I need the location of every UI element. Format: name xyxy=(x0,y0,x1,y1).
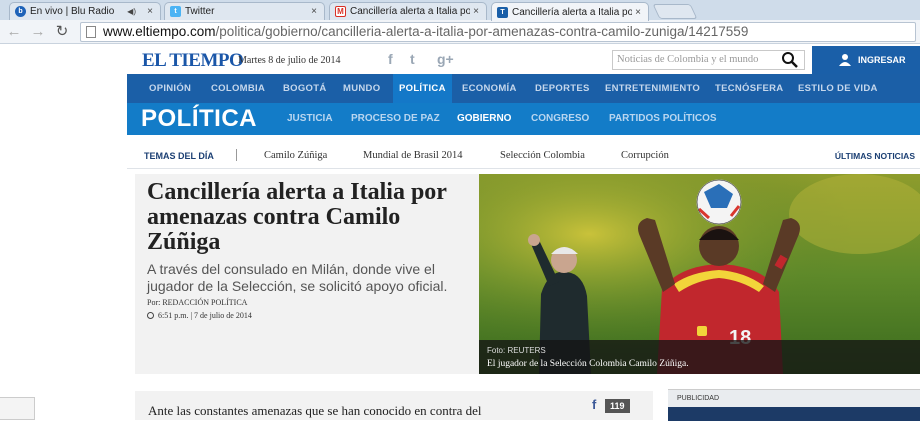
tab-twitter[interactable]: t Twitter × xyxy=(164,2,325,20)
site-logo[interactable]: EL TIEMPO xyxy=(142,50,244,72)
nav-tecnosfera[interactable]: TECNÓSFERA xyxy=(715,74,783,103)
topic-camilo-zuniga[interactable]: Camilo Zúñiga xyxy=(264,150,327,161)
nav-opinion[interactable]: OPINIÓN xyxy=(149,74,191,103)
nav-estilo-de-vida[interactable]: ESTILO DE VIDA xyxy=(798,74,878,103)
tab-label: En vivo | Blu Radio xyxy=(30,6,115,17)
article-headline: Cancillería alerta a Italia por amenazas… xyxy=(147,179,447,255)
facebook-icon[interactable]: f xyxy=(388,51,393,67)
back-arrow-icon[interactable]: ← xyxy=(4,22,24,42)
browser-tab-strip: b En vivo | Blu Radio ◀) × t Twitter × M… xyxy=(0,0,920,21)
nav-economia[interactable]: ECONOMÍA xyxy=(462,74,517,103)
tab-el-tiempo[interactable]: T Cancillería alerta a Italia po × xyxy=(491,2,649,21)
twitter-icon[interactable]: t xyxy=(410,51,415,67)
el-tiempo-favicon-icon: T xyxy=(497,6,508,18)
article-header: Cancillería alerta a Italia por amenazas… xyxy=(135,174,479,374)
nav-bogota[interactable]: BOGOTÁ xyxy=(283,74,327,103)
login-button[interactable]: INGRESAR xyxy=(812,46,920,74)
search-input[interactable]: Noticias de Colombia y el mundo xyxy=(612,50,805,70)
forward-arrow-icon[interactable]: → xyxy=(28,22,48,42)
tab-close-icon[interactable]: × xyxy=(632,7,644,18)
article-byline: Por: REDACCIÓN POLÍTICA xyxy=(147,298,248,307)
latest-news-link[interactable]: ÚLTIMAS NOTICIAS xyxy=(835,151,915,161)
ad-banner[interactable] xyxy=(668,407,920,421)
gmail-icon: M xyxy=(335,6,346,17)
facebook-share-icon[interactable]: f xyxy=(592,398,602,412)
main-nav: OPINIÓN COLOMBIA BOGOTÁ MUNDO POLÍTICA E… xyxy=(127,74,920,103)
nav-colombia[interactable]: COLOMBIA xyxy=(211,74,265,103)
ad-panel: PUBLICIDAD xyxy=(668,389,920,421)
topics-bar: TEMAS DEL DÍA Camilo Zúñiga Mundial de B… xyxy=(127,139,920,169)
article-dateline: 6:51 p.m. | 7 de julio de 2014 xyxy=(147,311,252,320)
article-deck: A través del consulado en Milán, donde v… xyxy=(147,261,448,294)
header-date: Martes 8 de julio de 2014 xyxy=(238,55,341,66)
url-host: www.eltiempo.com xyxy=(103,24,216,39)
subnav-gobierno[interactable]: GOBIERNO xyxy=(457,113,511,124)
site-header: EL TIEMPO Martes 8 de julio de 2014 f t … xyxy=(127,46,920,74)
side-scroll-widget[interactable] xyxy=(0,397,35,420)
tab-close-icon[interactable]: × xyxy=(308,6,320,17)
search-icon[interactable] xyxy=(781,51,799,69)
new-tab-button[interactable] xyxy=(652,4,698,19)
article-photo[interactable]: 18 Foto: REUTERS El jugador de la Selecc… xyxy=(479,174,920,374)
nav-politica[interactable]: POLÍTICA xyxy=(393,74,452,103)
subnav-proceso-de-paz[interactable]: PROCESO DE PAZ xyxy=(351,113,440,124)
subnav-partidos-politicos[interactable]: PARTIDOS POLÍTICOS xyxy=(609,113,717,124)
tab-blu-radio[interactable]: b En vivo | Blu Radio ◀) × xyxy=(9,2,161,20)
google-plus-icon[interactable]: g+ xyxy=(437,51,454,67)
clock-icon xyxy=(147,312,154,319)
subnav-congreso[interactable]: CONGRESO xyxy=(531,113,589,124)
tab-gmail[interactable]: M Cancillería alerta a Italia po × xyxy=(329,2,487,20)
section-bar: POLÍTICA JUSTICIA PROCESO DE PAZ GOBIERN… xyxy=(127,103,920,135)
article-date: 6:51 p.m. | 7 de julio de 2014 xyxy=(158,311,252,320)
topics-divider xyxy=(236,149,237,161)
article-body: Ante las constantes amenazas que se han … xyxy=(135,391,653,420)
user-icon xyxy=(839,54,851,66)
section-title: POLÍTICA xyxy=(141,105,257,132)
photo-credit: Foto: REUTERS xyxy=(487,346,546,355)
browser-toolbar: ← → ↻ www.eltiempo.com/politica/gobierno… xyxy=(0,20,920,44)
tab-close-icon[interactable]: × xyxy=(144,6,156,17)
photo-caption: El jugador de la Selección Colombia Cami… xyxy=(487,359,689,369)
tab-label: Twitter xyxy=(185,6,215,17)
ad-label: PUBLICIDAD xyxy=(677,395,720,402)
speaker-icon[interactable]: ◀) xyxy=(127,7,136,16)
topic-seleccion-colombia[interactable]: Selección Colombia xyxy=(500,150,585,161)
blu-radio-favicon-icon: b xyxy=(15,6,26,17)
topic-corrupcion[interactable]: Corrupción xyxy=(621,150,669,161)
nav-entretenimiento[interactable]: ENTRETENIMIENTO xyxy=(605,74,700,103)
subnav-justicia[interactable]: JUSTICIA xyxy=(287,113,333,124)
facebook-share-count: 119 xyxy=(605,399,630,413)
tab-label: Cancillería alerta a Italia po xyxy=(350,6,470,17)
twitter-bird-icon: t xyxy=(170,6,181,17)
topic-mundial-brasil[interactable]: Mundial de Brasil 2014 xyxy=(363,150,462,161)
tab-close-icon[interactable]: × xyxy=(470,6,482,17)
page-icon xyxy=(86,26,96,38)
address-bar[interactable]: www.eltiempo.com/politica/gobierno/canci… xyxy=(80,22,916,42)
reload-icon[interactable]: ↻ xyxy=(52,22,72,42)
tab-label: Cancillería alerta a Italia po xyxy=(512,6,632,18)
article-body-text: Ante las constantes amenazas que se han … xyxy=(148,403,482,418)
nav-deportes[interactable]: DEPORTES xyxy=(535,74,590,103)
url-path: /politica/gobierno/cancilleria-alerta-a-… xyxy=(215,24,749,39)
nav-mundo[interactable]: MUNDO xyxy=(343,74,380,103)
topics-label: TEMAS DEL DÍA xyxy=(144,151,214,161)
